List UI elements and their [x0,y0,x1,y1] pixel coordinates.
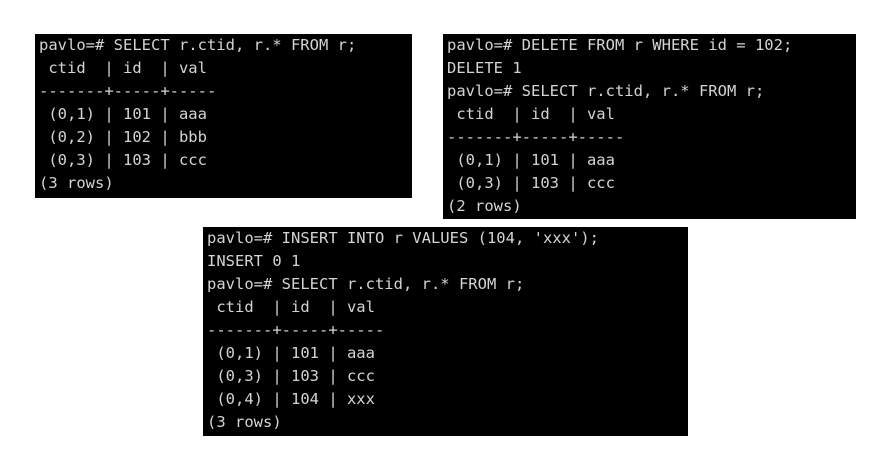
terminal-line: (3 rows) [207,413,282,431]
terminal-line: pavlo=# SELECT r.ctid, r.* FROM r; [207,275,525,293]
terminal-window-select[interactable]: pavlo=# SELECT r.ctid, r.* FROM r; ctid … [35,34,412,198]
terminal-line: pavlo=# INSERT INTO r VALUES (104, 'xxx'… [207,229,599,247]
terminal-window-delete[interactable]: pavlo=# DELETE FROM r WHERE id = 102; DE… [443,34,856,219]
terminal-line: (0,2) | 102 | bbb [39,128,207,146]
terminal-line: -------+-----+----- [447,128,625,146]
terminal-line: DELETE 1 [447,59,522,77]
terminal-line: (0,1) | 101 | aaa [39,105,207,123]
terminal-line: pavlo=# SELECT r.ctid, r.* FROM r; [39,36,357,54]
terminal-line: (2 rows) [447,197,522,215]
terminal-window-insert[interactable]: pavlo=# INSERT INTO r VALUES (104, 'xxx'… [203,227,688,436]
terminal-line: pavlo=# DELETE FROM r WHERE id = 102; [447,36,793,54]
terminal-line: (0,1) | 101 | aaa [447,151,615,169]
terminal-line: ctid | id | val [447,105,615,123]
terminal-line: (3 rows) [39,174,114,192]
terminal-line: (0,4) | 104 | xxx [207,390,375,408]
terminal-line: (0,1) | 101 | aaa [207,344,375,362]
terminal-line: -------+-----+----- [207,321,385,339]
terminal-line: pavlo=# SELECT r.ctid, r.* FROM r; [447,82,765,100]
terminal-line: -------+-----+----- [39,82,217,100]
terminal-line: ctid | id | val [207,298,375,316]
terminal-line: (0,3) | 103 | ccc [39,151,207,169]
terminal-line: (0,3) | 103 | ccc [447,174,615,192]
terminal-line: INSERT 0 1 [207,252,301,270]
terminal-line: ctid | id | val [39,59,207,77]
terminal-line: (0,3) | 103 | ccc [207,367,375,385]
